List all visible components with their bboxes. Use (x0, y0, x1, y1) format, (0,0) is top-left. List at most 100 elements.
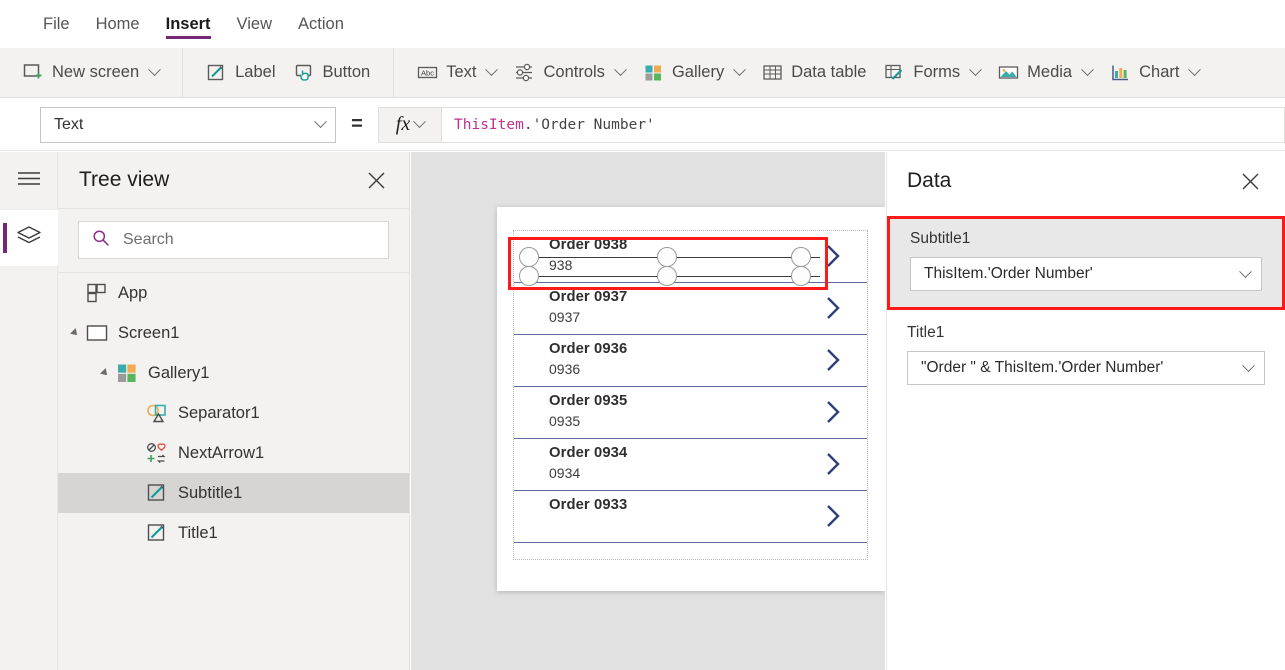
ribbon-new-screen-button[interactable]: New screen (14, 55, 168, 91)
app-canvas[interactable]: Order 0938 938 Order 0937 0937 Order 093… (411, 152, 885, 670)
new-screen-icon (23, 62, 44, 83)
gallery-item-subtitle: 938 (549, 255, 867, 275)
resize-handle-top-left[interactable] (519, 247, 539, 267)
property-selector-value: Text (54, 116, 83, 134)
ribbon-media-label: Media (1027, 63, 1072, 82)
menu-bar: File Home Insert View Action (0, 0, 1285, 48)
gallery-control[interactable]: Order 0938 938 Order 0937 0937 Order 093… (513, 230, 868, 560)
ribbon-gallery-button[interactable]: Gallery (634, 55, 753, 91)
ribbon-media-button[interactable]: Media (989, 55, 1101, 91)
gallery-item[interactable]: Order 0936 0936 (514, 335, 867, 387)
label-edit-icon (146, 482, 168, 504)
ribbon-button-button[interactable]: Button (285, 55, 380, 91)
phone-screen[interactable]: Order 0938 938 Order 0937 0937 Order 093… (497, 207, 885, 591)
ribbon-data-table-label: Data table (791, 63, 866, 82)
ribbon-new-screen-label: New screen (52, 63, 139, 82)
resize-handle-bottom-left[interactable] (519, 266, 539, 286)
data-field-dropdown[interactable]: "Order " & ThisItem.'Order Number' (907, 351, 1265, 385)
tree-node-gallery1[interactable]: Gallery1 (58, 353, 409, 393)
menu-tab-insert[interactable]: Insert (153, 0, 224, 48)
ribbon-controls-button[interactable]: Controls (505, 55, 633, 91)
formula-token-object: ThisItem (454, 117, 524, 133)
tree-node-nextarrow1[interactable]: NextArrow1 (58, 433, 409, 473)
ribbon-text-button[interactable]: Abc Text (408, 55, 505, 91)
chevron-down-icon (148, 63, 161, 76)
chart-icon (1110, 62, 1131, 83)
data-field-dropdown[interactable]: ThisItem.'Order Number' (910, 257, 1262, 291)
chevron-right-icon[interactable] (826, 451, 841, 477)
search-input[interactable] (121, 230, 341, 250)
ribbon-group-controls: Abc Text Controls (394, 48, 1222, 98)
gallery-item-title: Order 0933 (549, 495, 867, 515)
tree-search-box[interactable] (78, 221, 389, 259)
ribbon-controls-label: Controls (543, 63, 604, 82)
gallery-item[interactable]: Order 0934 0934 (514, 439, 867, 491)
data-panel-close-button[interactable] (1235, 166, 1265, 196)
menu-tab-action[interactable]: Action (285, 0, 357, 48)
gallery-item[interactable]: Order 0937 0937 (514, 283, 867, 335)
ribbon-button-label: Button (323, 63, 371, 82)
property-selector[interactable]: Text (40, 107, 336, 143)
chevron-right-icon[interactable] (826, 503, 841, 529)
tree-node-subtitle1[interactable]: Subtitle1 (58, 473, 409, 513)
menu-tab-home[interactable]: Home (83, 0, 153, 48)
controls-icon (514, 62, 535, 83)
menu-tab-file[interactable]: File (30, 0, 83, 48)
tree-node-label: App (118, 284, 147, 303)
ribbon-data-table-button[interactable]: Data table (753, 55, 875, 91)
resize-handle-bottom-right[interactable] (791, 266, 811, 286)
tree-node-separator1[interactable]: Separator1 (58, 393, 409, 433)
ribbon-group-basic: Label Button (183, 48, 394, 98)
chevron-down-icon (1242, 359, 1255, 372)
label-icon (206, 62, 227, 83)
chevron-down-icon (733, 63, 746, 76)
menu-tab-view[interactable]: View (224, 0, 285, 48)
fx-button[interactable]: fx (378, 107, 441, 143)
data-table-icon (762, 62, 783, 83)
tree-view-close-button[interactable] (361, 165, 391, 195)
chevron-down-icon (413, 115, 426, 128)
tree-node-label: NextArrow1 (178, 444, 264, 463)
formula-input[interactable]: ThisItem.'Order Number' (441, 107, 1285, 143)
screen-icon (86, 322, 108, 344)
ribbon-label-button[interactable]: Label (197, 55, 284, 91)
data-field-value: ThisItem.'Order Number' (924, 265, 1093, 283)
chevron-right-icon[interactable] (826, 295, 841, 321)
resize-handle-top-right[interactable] (791, 247, 811, 267)
tree-node-app[interactable]: App (58, 273, 409, 313)
gallery-item-subtitle: 0936 (549, 359, 867, 379)
chevron-right-icon[interactable] (826, 347, 841, 373)
equals-sign: = (336, 113, 378, 136)
tree-node-screen1[interactable]: Screen1 (58, 313, 409, 353)
ribbon-forms-button[interactable]: Forms (875, 55, 989, 91)
gallery-item-subtitle: 0934 (549, 463, 867, 483)
chevron-expand-icon[interactable] (100, 368, 110, 378)
chevron-down-icon (1081, 63, 1094, 76)
tree-view-search-area (58, 209, 409, 273)
tree-node-list: App Screen1 Gal (58, 273, 409, 553)
chevron-expand-icon[interactable] (70, 328, 80, 338)
gallery-item[interactable]: Order 0935 0935 (514, 387, 867, 439)
gallery-item[interactable]: Order 0933 (514, 491, 867, 543)
chevron-down-icon (1239, 265, 1252, 278)
hamburger-icon (17, 170, 41, 192)
search-icon (92, 229, 110, 252)
resize-handle-top-center[interactable] (657, 247, 677, 267)
ribbon-toolbar: New screen Label Button Abc (0, 48, 1285, 98)
text-icon: Abc (417, 62, 438, 83)
tree-node-label: Gallery1 (148, 364, 209, 383)
tree-node-label: Title1 (178, 524, 218, 543)
chevron-right-icon[interactable] (826, 243, 841, 269)
left-icon-rail (0, 152, 58, 670)
resize-handle-bottom-center[interactable] (657, 266, 677, 286)
ribbon-chart-button[interactable]: Chart (1101, 55, 1208, 91)
chevron-right-icon[interactable] (826, 399, 841, 425)
ribbon-gallery-label: Gallery (672, 63, 724, 82)
tree-view-rail-button[interactable] (0, 210, 58, 266)
gallery-icon (643, 62, 664, 83)
hamburger-menu-button[interactable] (0, 152, 58, 210)
separator-icon (146, 402, 168, 424)
gallery-item-title: Order 0937 (549, 287, 867, 307)
tree-node-title1[interactable]: Title1 (58, 513, 409, 553)
fx-label: fx (396, 113, 410, 136)
